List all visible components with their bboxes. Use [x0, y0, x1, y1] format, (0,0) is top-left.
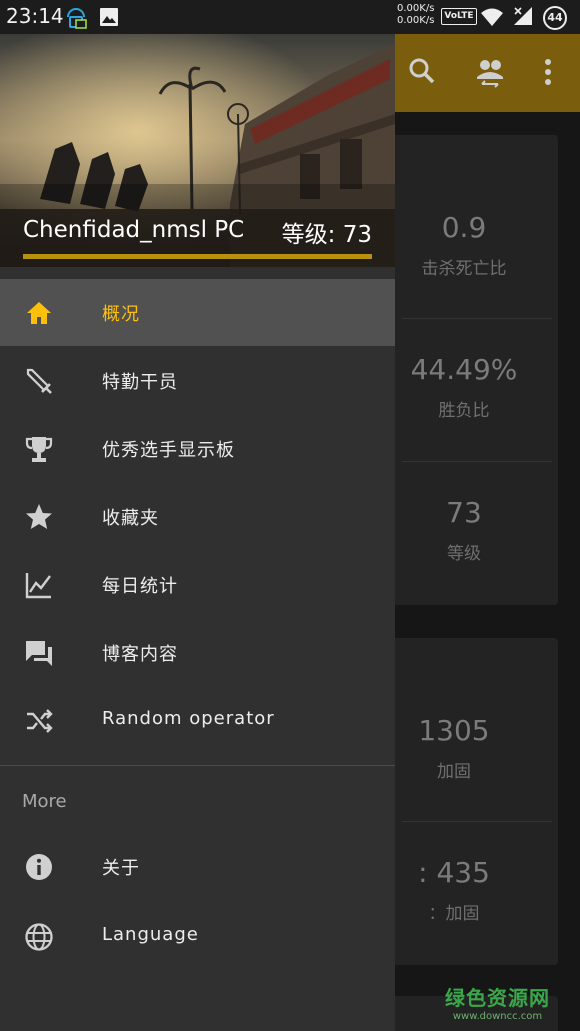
nav-item-daily-stats[interactable]: 每日统计 [0, 551, 395, 618]
drawer-header: Chenfidad_nmsl PC 等级: 73 [0, 34, 395, 267]
watermark-title: 绿色资源网 [445, 986, 550, 1010]
chart-icon [25, 573, 51, 599]
kd-value: 0.9 [441, 211, 487, 244]
divider [402, 461, 552, 462]
trophy-icon [25, 437, 53, 462]
watermark-url: www.downcc.com [452, 1011, 543, 1022]
nav-item-random-operator[interactable]: Random operator [0, 687, 395, 754]
player-name: Chenfidad_nmsl PC [23, 217, 245, 243]
nav-item-favorites[interactable]: 收藏夹 [0, 483, 395, 550]
globe-icon [25, 923, 53, 951]
more-vert-icon[interactable] [542, 57, 554, 87]
nav-item-about[interactable]: 关于 [0, 833, 395, 900]
kd-stat: 0.9 击杀死亡比 [370, 211, 558, 279]
signal-icon [514, 7, 532, 25]
nav-label: 每日统计 [102, 576, 178, 597]
stats-card: 0.9 击杀死亡比 44.49% 胜负比 73 等级 [370, 135, 558, 605]
more-section-header: More [22, 791, 67, 812]
nav-item-overview[interactable]: 概况 [0, 279, 395, 346]
navigation-drawer: Chenfidad_nmsl PC 等级: 73 概况 特勤干员 优秀选手显示板… [0, 34, 395, 1031]
nav-label: 概况 [102, 304, 140, 325]
nav-label: 关于 [102, 858, 140, 879]
volte-badge: VoLTE [441, 8, 477, 25]
watermark: 绿色资源网 www.downcc.com [445, 982, 550, 1022]
divider [402, 821, 552, 822]
nav-item-language[interactable]: Language [0, 903, 395, 970]
network-speed: 0.00K/s 0.00K/s [397, 3, 434, 27]
kd-label: 击杀死亡比 [421, 259, 507, 279]
chat-icon [26, 641, 52, 666]
status-time: 23:14 [6, 4, 64, 28]
nav-label: 博客内容 [102, 644, 178, 665]
winloss-stat: 44.49% 胜负比 [370, 353, 558, 421]
nav-label: 收藏夹 [102, 508, 159, 529]
star-icon [26, 504, 52, 529]
vpn-lock-icon [67, 8, 87, 29]
level-label: 等级 [447, 544, 481, 564]
search-icon[interactable] [408, 57, 436, 85]
nav-item-operators[interactable]: 特勤干员 [0, 347, 395, 414]
wifi-icon [481, 8, 503, 26]
speed-up: 0.00K/s [397, 3, 435, 14]
nav-label: Language [102, 924, 199, 945]
compare-players-icon[interactable] [474, 57, 506, 89]
nav-item-blog[interactable]: 博客内容 [0, 619, 395, 686]
shuffle-icon [27, 709, 53, 733]
winloss-label: 胜负比 [438, 401, 490, 421]
reinforce-card: 1305 加固 : 435 ：加固 [370, 638, 558, 965]
info-icon [26, 854, 52, 880]
sword-icon [26, 368, 52, 394]
speed-down: 0.00K/s [397, 15, 435, 26]
divider [402, 318, 552, 319]
level-progress-bar [23, 254, 372, 259]
winloss-value: 44.49% [410, 353, 518, 386]
home-icon [27, 302, 51, 324]
nav-label: 特勤干员 [102, 372, 178, 393]
status-bar: 23:14 0.00K/s 0.00K/s VoLTE 44 [0, 0, 580, 34]
image-icon [100, 8, 118, 26]
level-value: 73 [446, 496, 482, 529]
battery-indicator: 44 [543, 6, 567, 30]
nav-item-leaderboard[interactable]: 优秀选手显示板 [0, 415, 395, 482]
drawer-divider [0, 765, 395, 766]
nav-label: 优秀选手显示板 [102, 440, 235, 461]
player-level: 等级: 73 [281, 222, 372, 248]
nav-label: Random operator [102, 708, 275, 729]
level-stat: 73 等级 [370, 496, 558, 564]
